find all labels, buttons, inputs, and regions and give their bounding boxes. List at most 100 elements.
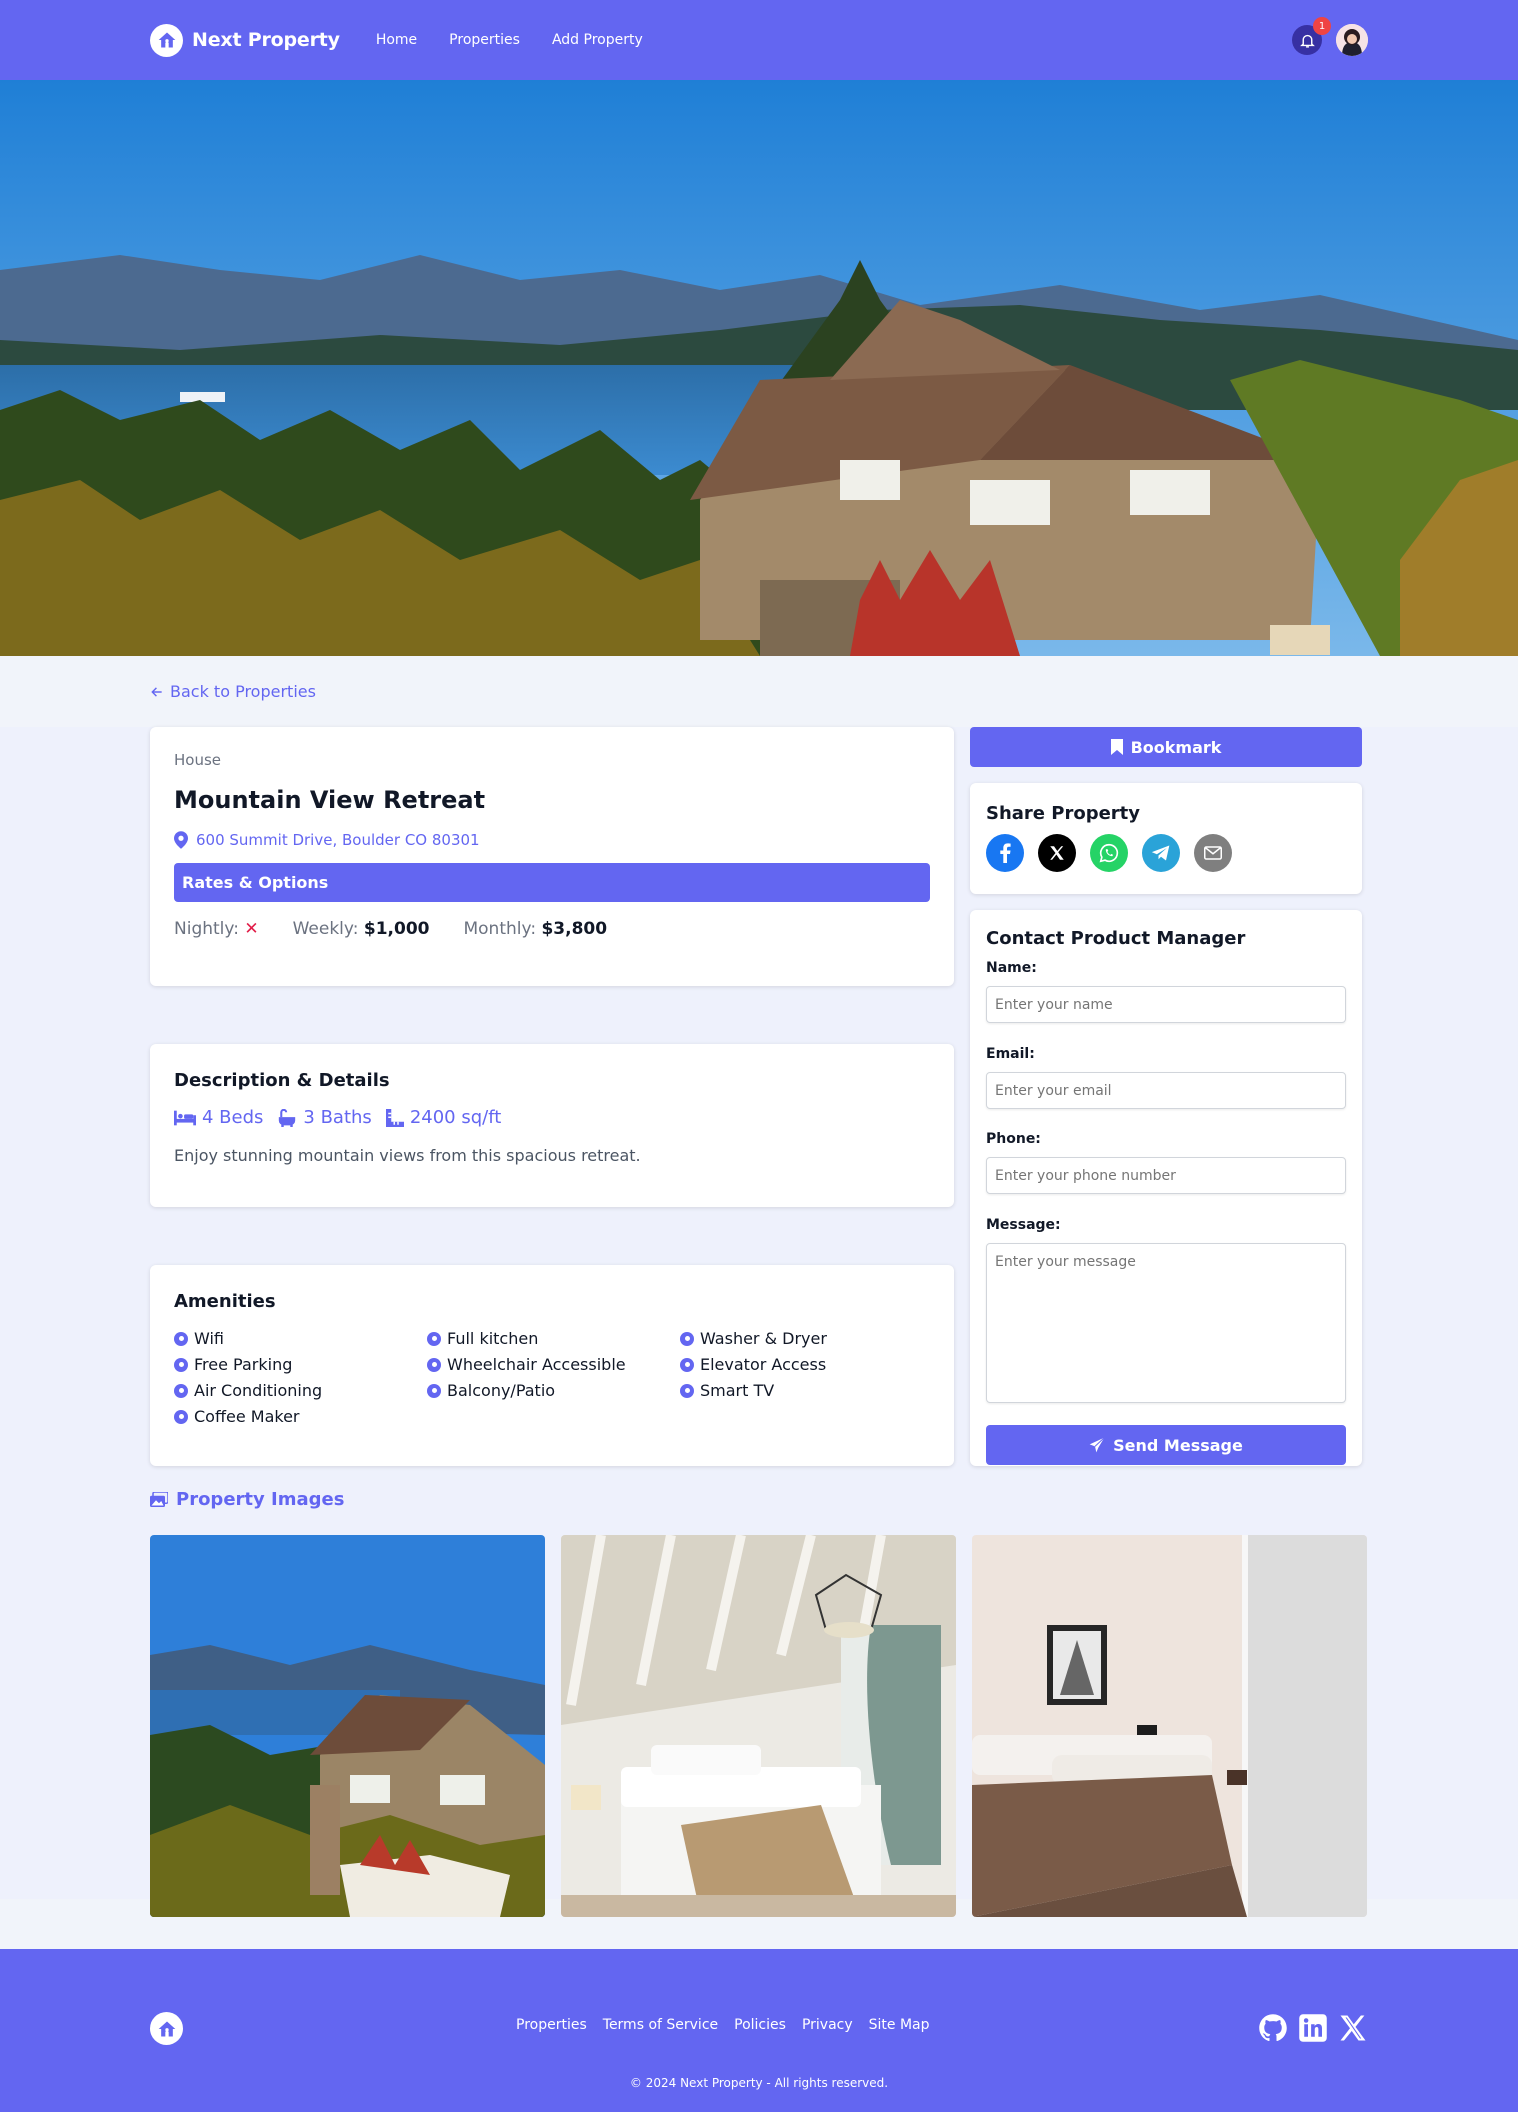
amenity-label: Wifi bbox=[194, 1329, 224, 1348]
phone-label: Phone: bbox=[986, 1131, 1041, 1147]
amenity-item: Smart TV bbox=[680, 1381, 933, 1400]
x-twitter-icon[interactable] bbox=[1338, 2013, 1368, 2043]
x-twitter-icon bbox=[1050, 846, 1064, 860]
property-images-title: Property Images bbox=[176, 1489, 345, 1510]
amenity-item: Air Conditioning bbox=[174, 1381, 427, 1400]
copyright: © 2024 Next Property - All rights reserv… bbox=[629, 2076, 889, 2090]
bed-icon bbox=[174, 1110, 196, 1125]
share-title: Share Property bbox=[986, 803, 1141, 824]
unavailable-icon: ✕ bbox=[244, 919, 259, 939]
bookmark-button[interactable]: Bookmark bbox=[970, 727, 1362, 767]
property-images-header: Property Images bbox=[150, 1489, 344, 1510]
amenity-label: Elevator Access bbox=[700, 1355, 827, 1374]
check-circle-icon bbox=[174, 1383, 188, 1398]
footer-link-properties[interactable]: Properties bbox=[516, 2017, 587, 2033]
amenity-label: Free Parking bbox=[194, 1355, 293, 1374]
send-label: Send Message bbox=[1113, 1435, 1243, 1455]
email-label: Email: bbox=[986, 1046, 1035, 1062]
email-input[interactable] bbox=[986, 1072, 1346, 1109]
bookmark-icon bbox=[1110, 739, 1123, 755]
monthly-label: Monthly: bbox=[463, 919, 537, 939]
linkedin-icon[interactable] bbox=[1298, 2013, 1328, 2043]
amenity-label: Full kitchen bbox=[447, 1329, 539, 1348]
facebook-icon bbox=[1000, 843, 1011, 863]
map-pin-icon bbox=[174, 831, 188, 849]
user-avatar[interactable] bbox=[1336, 24, 1368, 56]
bell-icon bbox=[1299, 34, 1315, 48]
monthly-value: $3,800 bbox=[541, 919, 608, 939]
footer-social bbox=[1258, 2013, 1368, 2043]
description-card: Description & Details 4 Beds 3 Baths 240… bbox=[150, 1044, 954, 1207]
home-icon bbox=[158, 2021, 175, 2036]
check-circle-icon bbox=[680, 1331, 694, 1346]
contact-card: Contact Product Manager Name: Email: Pho… bbox=[970, 910, 1362, 1466]
back-link-label: Back to Properties bbox=[170, 682, 316, 701]
amenity-label: Balcony/Patio bbox=[447, 1381, 556, 1400]
footer-link-terms[interactable]: Terms of Service bbox=[603, 2017, 718, 2033]
property-image-3[interactable] bbox=[972, 1535, 1367, 1917]
address-text: 600 Summit Drive, Boulder CO 80301 bbox=[196, 831, 480, 849]
amenity-item: Washer & Dryer bbox=[680, 1329, 933, 1348]
amenity-label: Smart TV bbox=[700, 1381, 775, 1400]
notifications-button[interactable]: 1 bbox=[1292, 17, 1331, 55]
hero-image bbox=[0, 80, 1518, 656]
baths-text: 3 Baths bbox=[303, 1107, 372, 1128]
share-email-button[interactable] bbox=[1194, 834, 1232, 872]
share-whatsapp-button[interactable] bbox=[1090, 834, 1128, 872]
back-to-properties-link[interactable]: Back to Properties bbox=[150, 682, 316, 701]
amenities-list: Wifi Full kitchen Washer & Dryer Free Pa… bbox=[174, 1329, 930, 1426]
brand-logo[interactable]: Next Property bbox=[150, 23, 340, 57]
amenity-item: Full kitchen bbox=[427, 1329, 680, 1348]
footer-logo[interactable] bbox=[150, 2012, 183, 2045]
bookmark-label: Bookmark bbox=[1130, 737, 1222, 757]
property-image-2[interactable] bbox=[561, 1535, 956, 1917]
home-icon bbox=[150, 23, 183, 57]
rate-weekly: Weekly: $1,000 bbox=[293, 919, 430, 939]
area-spec: 2400 sq/ft bbox=[385, 1107, 502, 1128]
nav-link-add-property[interactable]: Add Property bbox=[552, 32, 643, 48]
amenity-label: Coffee Maker bbox=[194, 1407, 300, 1426]
amenity-item: Free Parking bbox=[174, 1355, 427, 1374]
paper-plane-icon bbox=[1089, 1437, 1105, 1453]
beds-spec: 4 Beds bbox=[174, 1107, 263, 1128]
amenity-item: Elevator Access bbox=[680, 1355, 933, 1374]
check-circle-icon bbox=[427, 1331, 441, 1346]
share-card: Share Property bbox=[970, 783, 1362, 894]
baths-spec: 3 Baths bbox=[277, 1107, 372, 1128]
name-input[interactable] bbox=[986, 986, 1346, 1023]
footer-links: Properties Terms of Service Policies Pri… bbox=[516, 2017, 930, 2033]
area-text: 2400 sq/ft bbox=[409, 1107, 502, 1128]
amenity-label: Wheelchair Accessible bbox=[447, 1355, 626, 1374]
nav-link-properties[interactable]: Properties bbox=[449, 32, 520, 48]
property-summary-card: House Mountain View Retreat 600 Summit D… bbox=[150, 727, 954, 986]
check-circle-icon bbox=[427, 1383, 441, 1398]
share-facebook-button[interactable] bbox=[986, 834, 1024, 872]
main-content: House Mountain View Retreat 600 Summit D… bbox=[0, 727, 1518, 1917]
telegram-icon bbox=[1151, 845, 1170, 861]
rate-monthly: Monthly: $3,800 bbox=[463, 919, 607, 939]
amenity-label: Washer & Dryer bbox=[700, 1329, 827, 1348]
notification-badge: 1 bbox=[1313, 17, 1331, 35]
weekly-value: $1,000 bbox=[363, 919, 430, 939]
rate-nightly: Nightly: ✕ bbox=[174, 919, 259, 939]
check-circle-icon bbox=[174, 1357, 188, 1372]
phone-input[interactable] bbox=[986, 1157, 1346, 1194]
footer-link-policies[interactable]: Policies bbox=[734, 2017, 786, 2033]
description-title: Description & Details bbox=[174, 1070, 390, 1091]
property-image-1[interactable] bbox=[150, 1535, 545, 1917]
footer-link-privacy[interactable]: Privacy bbox=[802, 2017, 853, 2033]
check-circle-icon bbox=[680, 1357, 694, 1372]
nav-link-home[interactable]: Home bbox=[376, 32, 417, 48]
github-icon[interactable] bbox=[1258, 2013, 1288, 2043]
footer-link-sitemap[interactable]: Site Map bbox=[869, 2017, 930, 2033]
bath-icon bbox=[279, 1108, 296, 1127]
share-buttons bbox=[986, 834, 1346, 872]
send-message-button[interactable]: Send Message bbox=[986, 1425, 1346, 1465]
check-circle-icon bbox=[174, 1331, 188, 1346]
share-telegram-button[interactable] bbox=[1142, 834, 1180, 872]
share-x-button[interactable] bbox=[1038, 834, 1076, 872]
contact-title: Contact Product Manager bbox=[986, 928, 1246, 949]
message-textarea[interactable] bbox=[986, 1243, 1346, 1403]
amenity-item: Balcony/Patio bbox=[427, 1381, 680, 1400]
back-bar: Back to Properties bbox=[0, 656, 1518, 727]
